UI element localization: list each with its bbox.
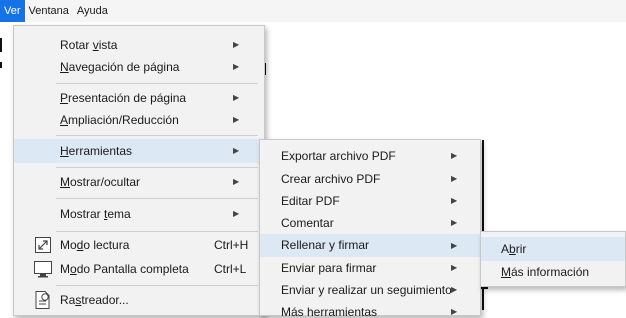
- ver-menu: Rotar vista ▶ Navegación de página ▶ Pre…: [13, 25, 265, 316]
- document-edge-left: [0, 38, 2, 52]
- menu-item-presentacion-pagina[interactable]: Presentación de página ▶: [14, 87, 264, 109]
- submenu-arrow-icon: ▶: [451, 263, 458, 272]
- submenu-arrow-icon: ▶: [233, 115, 240, 124]
- submenu-arrow-icon: ▶: [233, 40, 240, 49]
- menu-item-modo-pantalla-completa[interactable]: Modo Pantalla completa Ctrl+L: [14, 257, 264, 281]
- submenu-item-rellenar-firmar[interactable]: Rellenar y firmar ▶: [260, 234, 480, 257]
- submenu-item-enviar-firmar[interactable]: Enviar para firmar ▶: [260, 257, 480, 279]
- submenu-arrow-icon: ▶: [451, 196, 458, 205]
- menu-item-rotar-vista[interactable]: Rotar vista ▶: [14, 34, 264, 56]
- submenu-arrow-icon: ▶: [451, 174, 458, 183]
- menu-item-navegacion-pagina[interactable]: Navegación de página ▶: [14, 56, 264, 78]
- submenu-item-comentar[interactable]: Comentar ▶: [260, 212, 480, 234]
- separator: [56, 83, 258, 84]
- submenu-arrow-icon: ▶: [233, 93, 240, 102]
- separator: [56, 167, 258, 168]
- submenu-arrow-icon: ▶: [233, 177, 240, 186]
- menu-item-mostrar-tema[interactable]: Mostrar tema ▶: [14, 202, 264, 226]
- submenu-item-editar-pdf[interactable]: Editar PDF ▶: [260, 190, 480, 212]
- submenu-item-abrir[interactable]: Abrir: [481, 237, 625, 261]
- menu-bar: Ver Ventana Ayuda: [0, 0, 626, 22]
- menu-item-ampliacion-reduccion[interactable]: Ampliación/Reducción ▶: [14, 109, 264, 131]
- separator: [56, 231, 258, 232]
- menu-item-herramientas[interactable]: Herramientas ▶: [14, 139, 264, 163]
- submenu-arrow-icon: ▶: [451, 241, 458, 250]
- submenu-item-mas-informacion[interactable]: Más información: [481, 261, 625, 283]
- submenu-arrow-icon: ▶: [451, 218, 458, 227]
- submenu-arrow-icon: ▶: [233, 209, 240, 218]
- submenu-item-crear-pdf[interactable]: Crear archivo PDF ▶: [260, 168, 480, 190]
- menu-item-mostrar-ocultar[interactable]: Mostrar/ocultar ▶: [14, 170, 264, 194]
- submenu-arrow-icon: ▶: [233, 146, 240, 155]
- submenu-arrow-icon: ▶: [451, 285, 458, 294]
- tools-submenu: Exportar archivo PDF ▶ Crear archivo PDF…: [259, 139, 481, 317]
- menu-ayuda[interactable]: Ayuda: [73, 0, 112, 22]
- document-edge-left-2: [0, 62, 2, 68]
- menu-item-rastreador[interactable]: Rastreador...: [14, 288, 264, 312]
- separator: [56, 135, 258, 136]
- submenu-item-mas-herramientas[interactable]: Más herramientas ▶: [260, 301, 480, 317]
- menu-item-modo-lectura[interactable]: Modo lectura Ctrl+H: [14, 233, 264, 257]
- submenu-arrow-icon: ▶: [233, 62, 240, 71]
- separator: [56, 198, 258, 199]
- full-screen-icon: [33, 260, 53, 286]
- separator: [56, 285, 258, 286]
- fill-sign-submenu: Abrir Más información: [480, 231, 626, 287]
- menu-ventana[interactable]: Ventana: [25, 0, 73, 22]
- tracker-icon: [34, 290, 52, 318]
- submenu-item-exportar-pdf[interactable]: Exportar archivo PDF ▶: [260, 144, 480, 168]
- menu-ver[interactable]: Ver: [0, 0, 25, 22]
- submenu-arrow-icon: ▶: [451, 151, 458, 160]
- submenu-arrow-icon: ▶: [451, 307, 458, 316]
- submenu-item-enviar-seguimiento[interactable]: Enviar y realizar un seguimiento ▶: [260, 279, 480, 301]
